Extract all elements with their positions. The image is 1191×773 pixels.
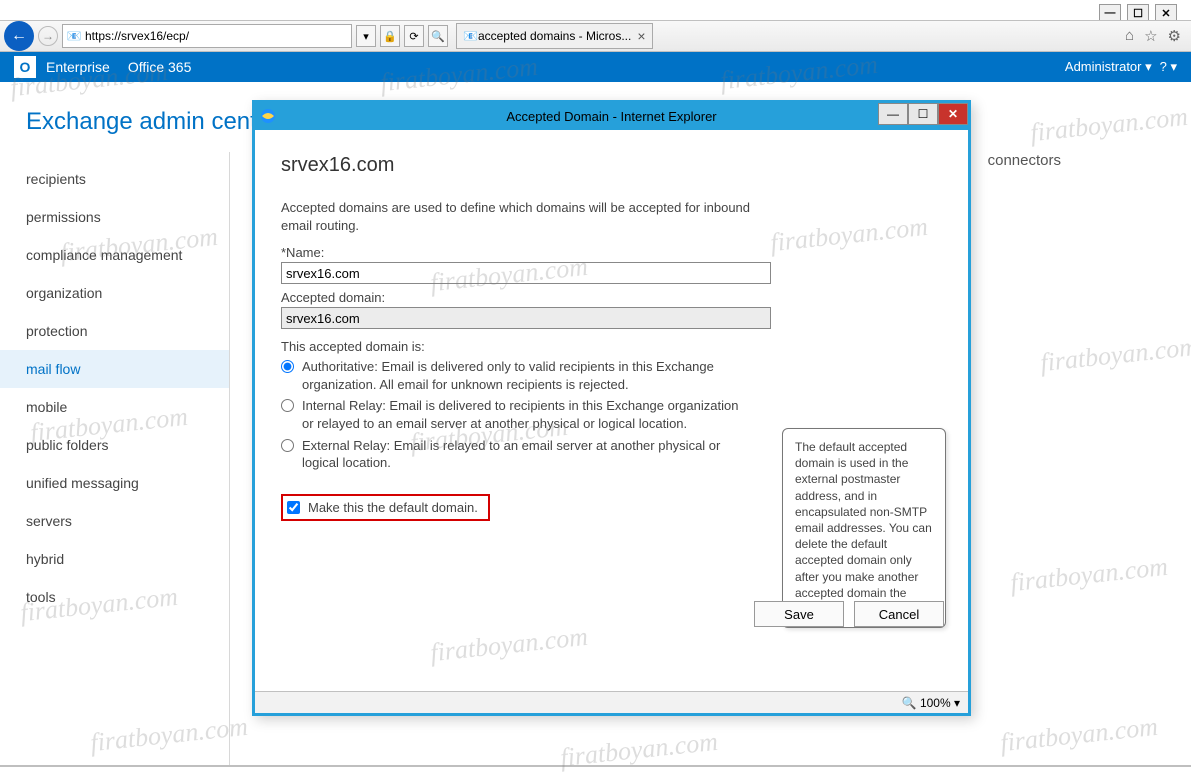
sidebar-item-mail-flow[interactable]: mail flow [0,350,229,388]
site-favicon: 📧 [67,29,81,43]
radio-external-relay[interactable] [281,439,294,452]
tab-title: accepted domains - Micros... [478,29,631,43]
cancel-button[interactable]: Cancel [854,601,944,627]
dialog-close[interactable]: ✕ [938,103,968,125]
dialog-titlebar: Accepted Domain - Internet Explorer — ☐ … [255,103,968,130]
save-button[interactable]: Save [754,601,844,627]
radio-external-relay-label: External Relay: Email is relayed to an e… [302,437,751,472]
refresh-button[interactable]: ⟳ [404,25,424,47]
sidebar-item-unified-messaging[interactable]: unified messaging [0,464,229,502]
type-label: This accepted domain is: [281,339,942,354]
domain-input [281,307,771,329]
dialog-title: Accepted Domain - Internet Explorer [506,109,716,124]
exchange-top-bar: O Enterprise Office 365 Administrator ▾ … [0,52,1191,82]
ie-icon [259,107,277,125]
tab-favicon: 📧 [463,29,478,43]
radio-internal-relay[interactable] [281,399,294,412]
radio-authoritative[interactable] [281,360,294,373]
radio-internal-relay-label: Internal Relay: Email is delivered to re… [302,397,751,432]
tab-connectors[interactable]: connectors [988,152,1061,169]
zoom-control[interactable]: 🔍 100% ▾ [902,696,960,710]
help-tooltip: The default accepted domain is used in t… [782,428,946,628]
sidebar-item-compliance-management[interactable]: compliance management [0,236,229,274]
settings-gear-icon[interactable]: ⚙ [1168,27,1181,45]
back-button[interactable]: ← [4,21,34,51]
sidebar-item-servers[interactable]: servers [0,502,229,540]
forward-button[interactable]: → [38,26,58,46]
domain-label: Accepted domain: [281,290,942,305]
name-input[interactable] [281,262,771,284]
left-nav-sidebar: recipientspermissionscompliance manageme… [0,152,230,765]
radio-authoritative-label: Authoritative: Email is delivered only t… [302,358,751,393]
dialog-heading: srvex16.com [281,154,942,177]
sidebar-item-protection[interactable]: protection [0,312,229,350]
sidebar-item-recipients[interactable]: recipients [0,160,229,198]
name-label: *Name: [281,245,942,260]
dialog-status-bar: 🔍 100% ▾ [255,691,968,713]
browser-tab[interactable]: 📧 accepted domains - Micros... × [456,23,653,49]
default-domain-checkbox[interactable] [287,501,300,514]
sidebar-item-organization[interactable]: organization [0,274,229,312]
dialog-description: Accepted domains are used to define whic… [281,199,771,235]
sidebar-item-tools[interactable]: tools [0,578,229,616]
sidebar-item-public-folders[interactable]: public folders [0,426,229,464]
browser-nav-bar: ← → 📧 https://srvex16/ecp/ ▾ 🔒 ⟳ 🔍 📧 acc… [0,20,1191,52]
dialog-maximize[interactable]: ☐ [908,103,938,125]
sidebar-item-permissions[interactable]: permissions [0,198,229,236]
sidebar-item-mobile[interactable]: mobile [0,388,229,426]
home-icon[interactable]: ⌂ [1125,27,1134,45]
accepted-domain-dialog: Accepted Domain - Internet Explorer — ☐ … [252,100,971,716]
favorites-icon[interactable]: ☆ [1144,27,1157,45]
default-domain-label: Make this the default domain. [308,500,478,515]
sidebar-item-hybrid[interactable]: hybrid [0,540,229,578]
address-bar[interactable]: 📧 https://srvex16/ecp/ [62,24,352,48]
help-menu[interactable]: ? ▾ [1160,59,1177,75]
ssl-lock-icon[interactable]: 🔒 [380,25,400,47]
addr-dropdown[interactable]: ▾ [356,25,376,47]
office-logo[interactable]: O [14,56,36,78]
dialog-minimize[interactable]: — [878,103,908,125]
url-text: https://srvex16/ecp/ [85,29,189,43]
admin-user-menu[interactable]: Administrator ▾ [1065,59,1152,75]
office365-link[interactable]: Office 365 [128,59,192,75]
enterprise-link[interactable]: Enterprise [46,59,110,75]
tab-close-icon[interactable]: × [637,28,645,44]
search-dropdown[interactable]: 🔍 [428,25,448,47]
